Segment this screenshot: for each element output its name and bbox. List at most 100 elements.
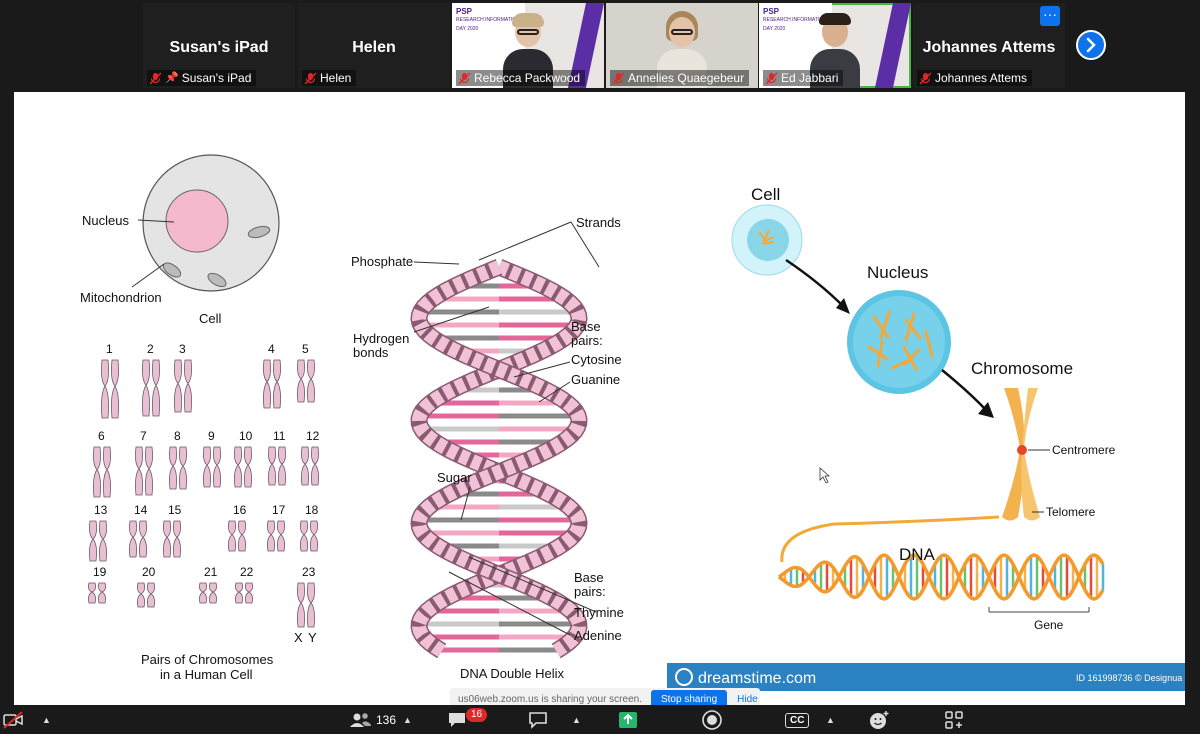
right-cell-label: Cell — [751, 185, 780, 204]
next-page-button[interactable] — [1076, 30, 1106, 60]
participant-tile-rebecca-packwood[interactable]: PSP RESEARCH INFORMATION DAY 2020 Rebecca… — [452, 3, 604, 88]
chevron-up-icon: ▲ — [42, 715, 51, 725]
chromosome-pair — [263, 359, 281, 409]
participants-count: 136 — [376, 713, 397, 727]
participant-name: Helen — [352, 39, 396, 56]
apps-button[interactable] — [944, 709, 964, 731]
chromosome-number: 14 — [134, 503, 148, 517]
chromosome-pair — [135, 446, 153, 496]
video-off-button[interactable] — [2, 709, 24, 731]
chromosome-pair — [137, 582, 155, 608]
base-pairs-b-label-1: Base — [574, 570, 604, 585]
watermark-id: ID 161998736 © Designua — [1076, 673, 1182, 683]
participants-button[interactable]: 136 — [348, 709, 396, 731]
chromosome-pair — [203, 446, 221, 488]
participant-strip: Susan's iPad 📌 Susan's iPad Helen Helen … — [0, 0, 1200, 92]
gene-label: Gene — [1034, 618, 1064, 632]
chromosome-pair — [142, 359, 160, 417]
mic-muted-icon — [612, 72, 625, 85]
chromosome-pair — [300, 520, 318, 552]
participants-options-caret[interactable]: ▲ — [397, 709, 412, 731]
video-off-icon — [3, 711, 23, 729]
video-options-caret[interactable]: ▲ — [36, 709, 51, 731]
mic-muted-icon — [765, 72, 778, 85]
participant-label-text: Annelies Quaegebeur — [628, 71, 745, 85]
chat-options-caret[interactable]: ▲ — [566, 709, 581, 731]
participant-tile-susans-ipad[interactable]: Susan's iPad 📌 Susan's iPad — [143, 3, 295, 88]
more-options-button[interactable]: ··· — [1040, 6, 1060, 26]
right-nucleus-label: Nucleus — [867, 263, 928, 282]
cell-caption: Cell — [199, 311, 222, 326]
apps-icon — [945, 711, 963, 729]
participant-label: Helen — [302, 70, 357, 86]
chromosome-pair — [268, 446, 286, 486]
chromosome-number: 17 — [272, 503, 286, 517]
reactions-button[interactable] — [868, 709, 890, 731]
chevron-right-icon — [1086, 37, 1096, 53]
participants-icon — [350, 713, 371, 727]
telomere-label: Telomere — [1046, 505, 1096, 519]
chevron-up-icon: ▲ — [572, 715, 581, 725]
caption-options-caret[interactable]: ▲ — [820, 709, 835, 731]
participant-tile-annelies-quaegebeur[interactable]: Annelies Quaegebeur — [606, 3, 758, 88]
hide-banner-button[interactable]: Hide — [737, 694, 758, 705]
hydrogen-bonds-label-2: bonds — [353, 345, 389, 360]
hydrogen-bonds-label-1: Hydrogen — [353, 331, 409, 346]
chromosome-pair — [129, 520, 147, 558]
right-chromosome-label: Chromosome — [971, 359, 1073, 378]
participant-tile-helen[interactable]: Helen Helen — [298, 3, 450, 88]
chromosome-pair — [228, 520, 246, 552]
record-button[interactable] — [701, 709, 723, 731]
chat-icon — [449, 713, 465, 727]
participant-label: Rebecca Packwood — [456, 70, 586, 86]
chromosome-number: 23 — [302, 565, 316, 579]
dna-label: DNA — [899, 545, 936, 564]
chromosome-pair — [297, 359, 315, 403]
chromosome-number: 12 — [306, 429, 320, 443]
smiley-add-icon — [870, 711, 889, 729]
participant-tile-ed-jabbari[interactable]: PSP RESEARCH INFORMATION DAY 2020 Ed Jabb… — [759, 3, 911, 88]
chromosome-number: 8 — [174, 429, 181, 443]
participant-label: Annelies Quaegebeur — [610, 70, 750, 86]
chromosome-number: 13 — [94, 503, 108, 517]
chromosome-number: 4 — [268, 342, 275, 356]
thymine-label: Thymine — [574, 605, 624, 620]
chromosome-pair — [89, 520, 107, 562]
closed-caption-button[interactable]: CC — [785, 709, 810, 731]
shared-screen[interactable]: Nucleus Mitochondrion Cell 1 2 3 4 5 6 7 8 9 10 11… — [14, 92, 1185, 705]
chromosome-number: 11 — [273, 429, 286, 443]
sharing-banner-text: us06web.zoom.us is sharing your screen. — [458, 693, 642, 705]
chromosome-pair — [101, 359, 119, 419]
chromosome-pair — [93, 446, 111, 498]
base-pairs-label-2: pairs: — [571, 333, 603, 348]
participant-label: Johannes Attems — [917, 70, 1033, 86]
record-icon — [702, 710, 722, 730]
chromosome-number: 3 — [179, 342, 186, 356]
participant-label-text: Ed Jabbari — [781, 71, 839, 85]
participant-name: Susan's iPad — [169, 39, 269, 56]
chat-button[interactable] — [447, 709, 467, 731]
participant-label: Ed Jabbari — [763, 70, 844, 86]
helix-caption: DNA Double Helix — [460, 666, 565, 681]
reactions-chat-button[interactable] — [528, 709, 548, 731]
chromosome-number: 6 — [98, 429, 105, 443]
chromosome-pair — [169, 446, 187, 490]
chat-unread-badge: 16 — [466, 708, 488, 722]
nucleus-label: Nucleus — [82, 213, 129, 228]
chromosome-pair — [88, 582, 106, 604]
chromosome-pair — [297, 582, 315, 628]
chromosome-pair — [234, 446, 252, 488]
watermark-text: dreamstime.com — [698, 670, 816, 687]
chromosome-y-label: Y — [308, 630, 317, 645]
mic-muted-icon — [304, 72, 317, 85]
share-screen-button[interactable] — [617, 709, 639, 731]
chromosome-number: 20 — [142, 565, 156, 579]
mitochondrion-label: Mitochondrion — [80, 290, 162, 305]
adenine-label: Adenine — [574, 628, 622, 643]
base-pairs-label-1: Base — [571, 319, 601, 334]
participant-label-text: Rebecca Packwood — [474, 71, 581, 85]
chromosome-number: 18 — [305, 503, 319, 517]
chromosome-pair — [163, 520, 181, 558]
chromosome-number: 7 — [140, 429, 147, 443]
participant-label-text: Johannes Attems — [935, 71, 1028, 85]
